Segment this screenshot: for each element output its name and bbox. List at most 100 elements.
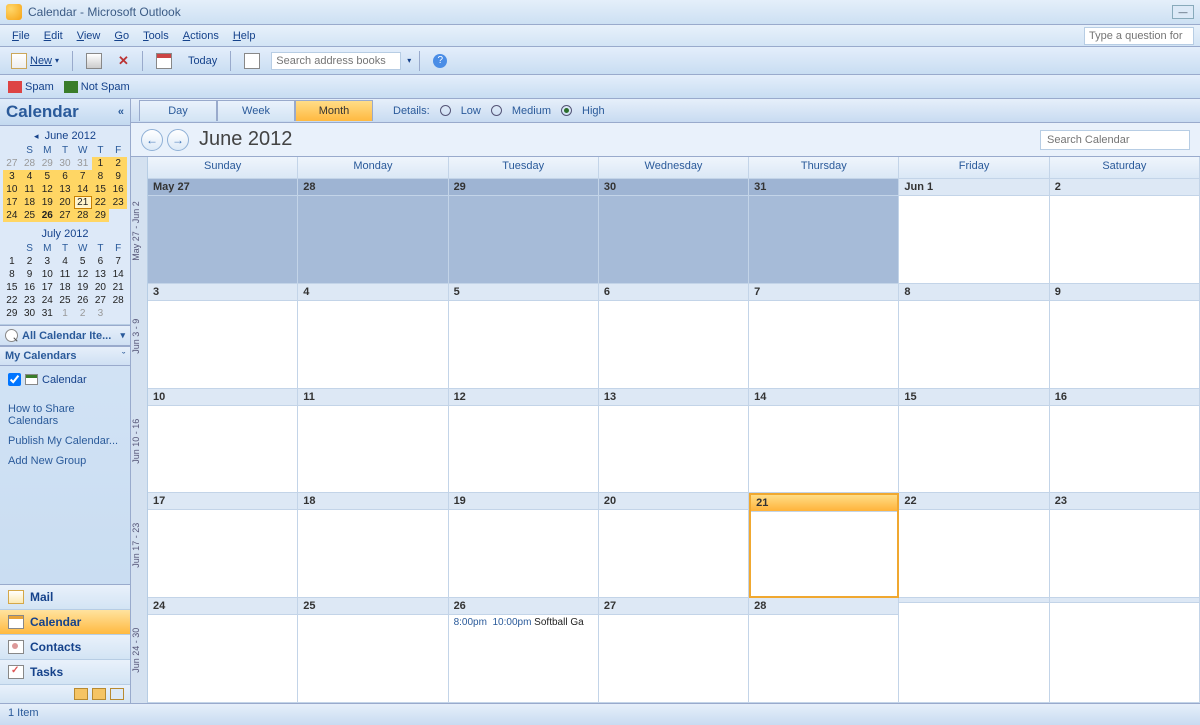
day-cell[interactable]: Jun 1 (899, 179, 1049, 284)
mini-day[interactable]: 21 (109, 281, 127, 294)
mini-day[interactable]: 9 (109, 170, 127, 183)
calendar-item[interactable]: Calendar (6, 370, 124, 389)
day-cell[interactable]: 19 (449, 493, 599, 598)
mini-day[interactable]: 21 (74, 196, 92, 209)
menu-edit[interactable]: Edit (38, 28, 69, 44)
mini-day[interactable]: 22 (92, 196, 110, 209)
collapse-icon[interactable]: « (118, 106, 124, 118)
mini-day[interactable]: 19 (38, 196, 56, 209)
mini-day[interactable]: 15 (92, 183, 110, 196)
day-cell[interactable]: 29 (449, 179, 599, 284)
day-cell[interactable]: 28 (749, 598, 899, 703)
mini-day[interactable]: 8 (3, 268, 21, 281)
mini-day[interactable]: 17 (3, 196, 21, 209)
mini-day[interactable]: 16 (109, 183, 127, 196)
day-cell[interactable]: 6 (599, 284, 749, 389)
nav-mail[interactable]: Mail (0, 585, 130, 610)
search-addressbook-input[interactable] (271, 52, 401, 70)
mini-day[interactable]: 27 (3, 157, 21, 170)
mini-day[interactable]: 13 (56, 183, 74, 196)
mini-day[interactable]: 15 (3, 281, 21, 294)
link-how-to-share-calendars[interactable]: How to Share Calendars (8, 399, 122, 431)
minimize-button[interactable]: — (1172, 5, 1194, 19)
day-cell[interactable]: 18 (298, 493, 448, 598)
mini-day[interactable]: 12 (38, 183, 56, 196)
next-month-button[interactable]: → (167, 129, 189, 151)
mini-day[interactable]: 26 (74, 294, 92, 307)
spam-button[interactable]: Spam (8, 81, 54, 93)
mini-day[interactable]: 19 (74, 281, 92, 294)
mini-day[interactable]: 6 (56, 170, 74, 183)
mini-day[interactable]: 2 (109, 157, 127, 170)
mini-day[interactable]: 10 (3, 183, 21, 196)
mini-day[interactable]: 18 (21, 196, 39, 209)
help-button[interactable]: ? (428, 52, 452, 70)
week-label[interactable]: Jun 17 - 23 (131, 493, 141, 598)
menu-go[interactable]: Go (108, 28, 135, 44)
day-cell[interactable] (899, 598, 1049, 703)
day-cell[interactable]: 13 (599, 389, 749, 494)
day-cell[interactable]: 16 (1050, 389, 1200, 494)
mini-day[interactable]: 13 (92, 268, 110, 281)
tab-month[interactable]: Month (295, 100, 373, 121)
nav-calendar[interactable]: Calendar (0, 610, 130, 635)
mini-day[interactable]: 29 (92, 209, 110, 222)
nav-contacts[interactable]: Contacts (0, 635, 130, 660)
mini-day[interactable]: 3 (3, 170, 21, 183)
mini-day[interactable]: 27 (56, 209, 74, 222)
day-cell[interactable]: 25 (298, 598, 448, 703)
mini-day[interactable]: 4 (21, 170, 39, 183)
mini-day[interactable]: 26 (38, 209, 56, 222)
day-cell[interactable]: 21 (749, 493, 899, 598)
week-label[interactable]: Jun 10 - 16 (131, 389, 141, 494)
day-cell[interactable]: 28 (298, 179, 448, 284)
print-button[interactable] (81, 51, 107, 71)
mini-day[interactable]: 25 (56, 294, 74, 307)
mini-day[interactable]: 1 (92, 157, 110, 170)
menu-tools[interactable]: Tools (137, 28, 175, 44)
mini-day[interactable]: 20 (56, 196, 74, 209)
mini-day[interactable]: 23 (109, 196, 127, 209)
day-cell[interactable]: 27 (599, 598, 749, 703)
mini-day[interactable]: 29 (38, 157, 56, 170)
mini-day[interactable]: 16 (21, 281, 39, 294)
addressbook-button[interactable] (239, 51, 265, 71)
week-label[interactable]: May 27 - Jun 2 (131, 179, 141, 284)
menu-view[interactable]: View (71, 28, 107, 44)
prev-month-button[interactable]: ← (141, 129, 163, 151)
day-cell[interactable]: 10 (148, 389, 298, 494)
week-label[interactable]: Jun 24 - 30 (131, 598, 141, 703)
prev-arrow-icon[interactable]: ◂ (34, 131, 39, 142)
nav-pane-header[interactable]: Calendar« (0, 99, 130, 126)
day-cell[interactable]: 11 (298, 389, 448, 494)
day-cell[interactable]: 22 (899, 493, 1049, 598)
help-input[interactable] (1084, 27, 1194, 45)
help-search[interactable] (1084, 27, 1194, 45)
mini-day[interactable]: 12 (74, 268, 92, 281)
mini-day[interactable]: 11 (21, 183, 39, 196)
shortcuts-icon[interactable] (110, 688, 124, 700)
day-cell[interactable]: 14 (749, 389, 899, 494)
calendar-checkbox[interactable] (8, 373, 21, 386)
notspam-button[interactable]: Not Spam (64, 81, 130, 93)
delete-button[interactable]: ✕ (113, 51, 134, 71)
nav-tasks[interactable]: Tasks (0, 660, 130, 685)
menu-help[interactable]: Help (227, 28, 262, 44)
mini-day[interactable]: 1 (3, 255, 21, 268)
mini-day[interactable]: 6 (92, 255, 110, 268)
mini-day[interactable]: 31 (74, 157, 92, 170)
mini-day[interactable]: 1 (56, 307, 74, 320)
mini-day[interactable]: 7 (74, 170, 92, 183)
search-dropdown[interactable]: ▾ (407, 56, 411, 65)
folder-icon[interactable] (74, 688, 88, 700)
mini-day[interactable]: 31 (38, 307, 56, 320)
mini-day[interactable]: 3 (38, 255, 56, 268)
day-cell[interactable]: 2 (1050, 179, 1200, 284)
day-cell[interactable]: 23 (1050, 493, 1200, 598)
day-cell[interactable]: 8 (899, 284, 1049, 389)
day-cell[interactable]: 9 (1050, 284, 1200, 389)
mini-day[interactable]: 9 (21, 268, 39, 281)
mini-day[interactable]: 30 (56, 157, 74, 170)
mini-day[interactable]: 28 (109, 294, 127, 307)
calendar-event[interactable]: 8:00pm 10:00pm Softball Ga (451, 616, 596, 629)
